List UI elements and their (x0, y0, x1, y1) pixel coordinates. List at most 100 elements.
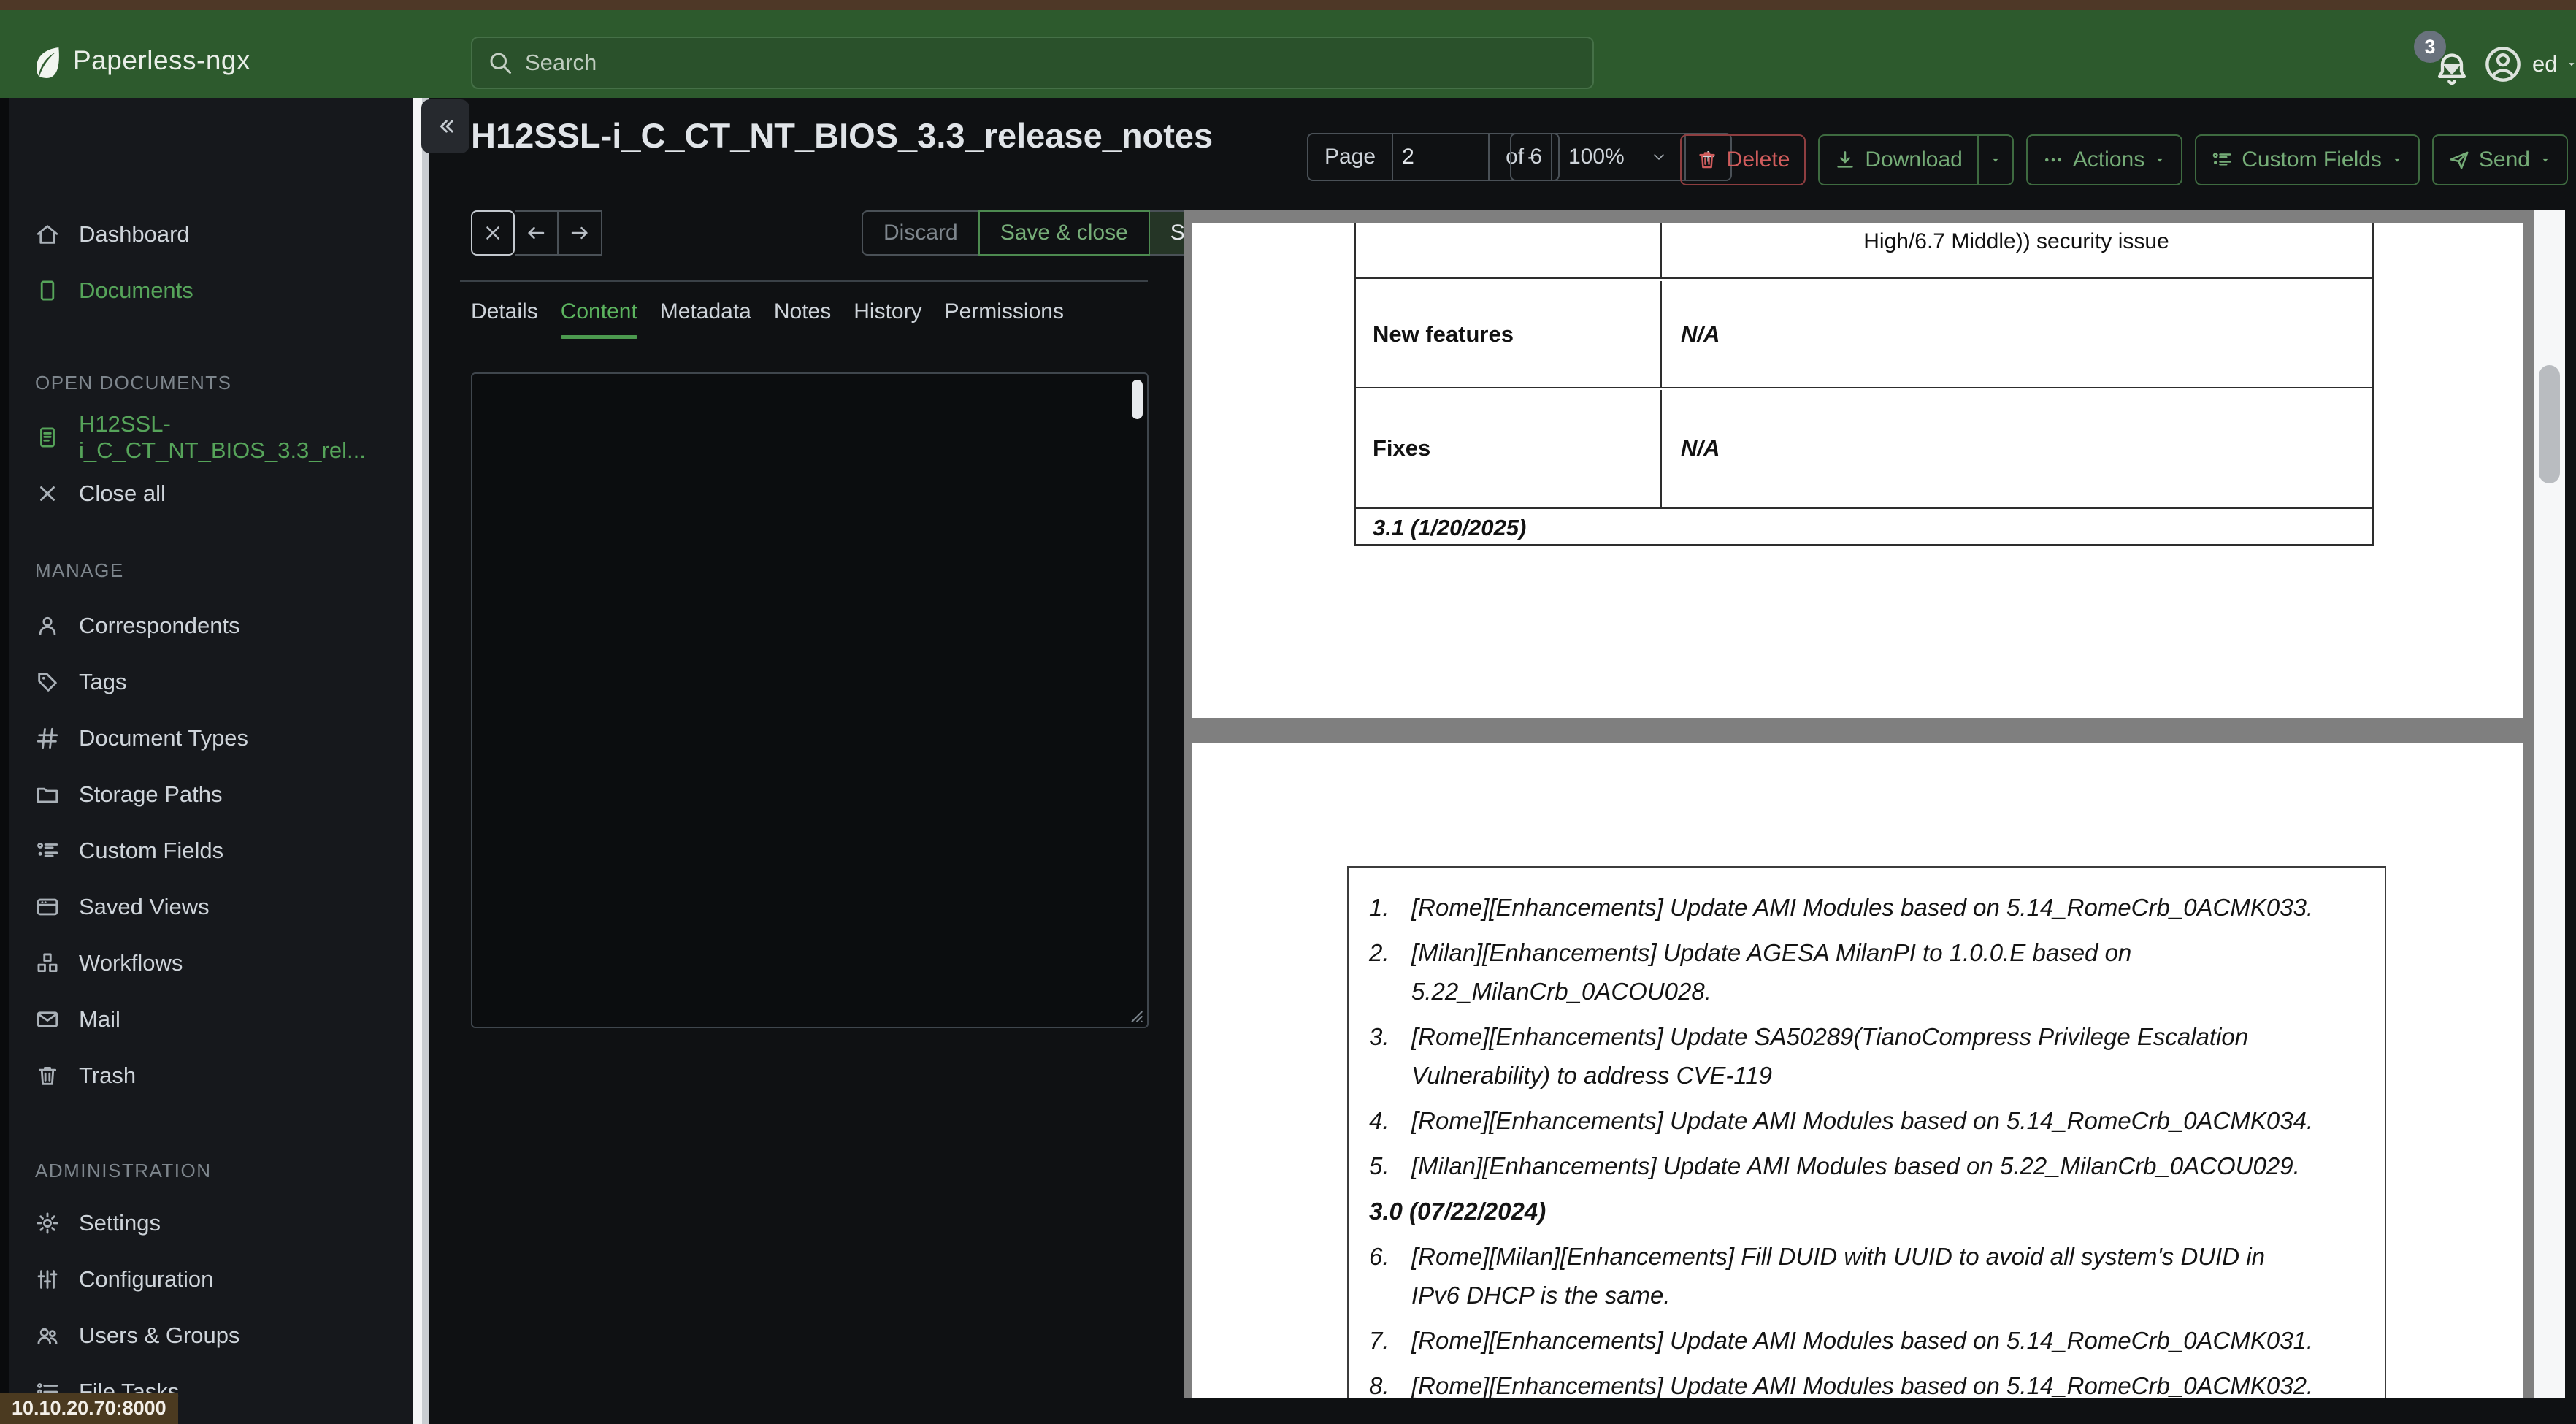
sidebar-scrollbar[interactable] (413, 98, 429, 1424)
list-text: [Rome][Enhancements] Update AMI Modules … (1411, 894, 2314, 921)
list-number: 8. (1369, 1372, 1389, 1398)
sidebar-item-workflows[interactable]: Workflows (0, 935, 409, 991)
send-icon (2448, 149, 2470, 171)
sidebar-item-mail[interactable]: Mail (0, 991, 409, 1047)
boxes-icon (35, 951, 60, 976)
zoom-out-button[interactable]: - (1511, 134, 1551, 180)
tab-permissions[interactable]: Permissions (945, 299, 1064, 339)
sliders-icon (35, 1267, 60, 1292)
resize-handle-icon[interactable] (1126, 1006, 1145, 1025)
caret-down-icon (2153, 156, 2166, 165)
search-icon (487, 50, 513, 76)
content-line (493, 895, 1106, 927)
zoom-level-select[interactable]: 100% (1551, 134, 1684, 180)
list-text: [Rome][Enhancements] Update SA50289(Tian… (1411, 1023, 2249, 1089)
sidebar-item-settings[interactable]: Settings (0, 1195, 409, 1251)
save-and-close-button[interactable]: Save & close (978, 210, 1150, 256)
sidebar-item-label: Documents (79, 277, 193, 303)
download-dropdown-toggle[interactable] (1977, 136, 2012, 184)
content-line (493, 641, 1106, 673)
tag-icon (35, 670, 60, 694)
caret-down-icon (2539, 156, 2552, 165)
x-icon (35, 481, 60, 506)
notifications-button[interactable]: 3 (2414, 31, 2474, 93)
list-text: [Rome][Enhancements] Update AMI Modules … (1411, 1327, 2314, 1354)
chevrons-left-icon (433, 114, 458, 139)
global-search[interactable] (471, 37, 1594, 89)
sidebar-item-users-groups[interactable]: Users & Groups (0, 1307, 409, 1363)
caret-down-icon (2564, 59, 2576, 69)
divider (460, 280, 1148, 282)
release-note-rome-milan-enhancements-fill-duid-with-u: 6. [Rome][Milan][Enhancements] Fill DUID… (1369, 1237, 2355, 1314)
content-textarea[interactable] (471, 372, 1149, 1028)
preview-scrollbar-thumb[interactable] (2539, 365, 2560, 483)
sidebar-item-trash[interactable]: Trash (0, 1047, 409, 1103)
app-header: Paperless-ngx 3 ed (0, 10, 2576, 98)
open-document-close-all[interactable]: Close all (0, 465, 409, 521)
tab-history[interactable]: History (854, 299, 921, 339)
sidebar-item-label: Configuration (79, 1266, 214, 1292)
sidebar-item-label: Saved Views (79, 893, 210, 919)
release-note-rome-enhancements-update-ami-modules-bas: 1. [Rome][Enhancements] Update AMI Modul… (1369, 888, 2355, 927)
tab-metadata[interactable]: Metadata (660, 299, 751, 339)
sidebar-item-label: Tags (79, 668, 127, 694)
sidebar-item-tags[interactable]: Tags (0, 654, 409, 710)
open-document-h12ssl-i-c-ct-nt-bios-3-3-rel[interactable]: H12SSL-i_C_CT_NT_BIOS_3.3_rel... (0, 409, 409, 465)
release-note-milan-enhancements-update-ami-modules-ba: 5. [Milan][Enhancements] Update AMI Modu… (1369, 1147, 2355, 1185)
sidebar-item-documents[interactable]: Documents (0, 262, 409, 318)
sidebar-item-label: H12SSL-i_C_CT_NT_BIOS_3.3_rel... (79, 410, 366, 463)
content-line (493, 927, 1106, 960)
caret-down-icon (2433, 50, 2471, 88)
hash-icon (35, 726, 60, 751)
sidebar-item-label: Custom Fields (79, 837, 224, 863)
sidebar-item-correspondents[interactable]: Correspondents (0, 597, 409, 654)
page-number-input[interactable] (1399, 145, 1483, 169)
user-menu[interactable]: ed (2532, 51, 2576, 77)
previous-document-button[interactable] (515, 210, 559, 256)
caret-down-icon (2391, 156, 2404, 165)
avatar[interactable] (2484, 45, 2522, 83)
sidebar-item-saved-views[interactable]: Saved Views (0, 878, 409, 935)
delete-button[interactable]: Delete (1679, 134, 1806, 185)
section-administration: ADMINISTRATION (35, 1160, 212, 1182)
send-button[interactable]: Send (2431, 134, 2568, 185)
sidebar-item-label: Close all (79, 480, 166, 506)
chevron-down-icon (1649, 150, 1668, 164)
search-input[interactable] (524, 49, 1578, 77)
sidebar-item-storage-paths[interactable]: Storage Paths (0, 766, 409, 822)
app-window: Paperless-ngx 3 ed Dashboard Documents (0, 0, 2576, 1424)
person-icon (35, 613, 60, 638)
tab-details[interactable]: Details (471, 299, 538, 339)
actions-dropdown-button[interactable]: Actions (2025, 134, 2183, 185)
app-name[interactable]: Paperless-ngx (73, 45, 250, 76)
table-footer-row: 3.1 (1/20/2025) (1356, 511, 2372, 546)
download-button[interactable]: Download (1820, 136, 1977, 184)
download-icon (1834, 149, 1856, 171)
folder-icon (35, 782, 60, 807)
preview-scrollbar[interactable] (2534, 210, 2565, 1398)
leaf-logo-icon (26, 39, 67, 86)
section-open-documents: OPEN DOCUMENTS (35, 372, 232, 394)
list-number: 3. (1369, 1023, 1389, 1050)
list-number: 7. (1369, 1327, 1389, 1354)
release-note-rome-enhancements-update-ami-modules-bas: 7. [Rome][Enhancements] Update AMI Modul… (1369, 1321, 2355, 1360)
close-icon (482, 222, 504, 244)
sidebar-item-custom-fields[interactable]: Custom Fields (0, 822, 409, 878)
tab-notes[interactable]: Notes (774, 299, 831, 339)
content-line (493, 673, 1106, 705)
textarea-scrollbar-thumb[interactable] (1132, 380, 1143, 419)
fields-icon (35, 838, 60, 863)
sidebar-collapse-button[interactable] (421, 99, 469, 153)
sidebar-item-document-types[interactable]: Document Types (0, 710, 409, 766)
close-document-button[interactable] (471, 210, 515, 256)
page-label: Page (1325, 145, 1376, 169)
sidebar-item-dashboard[interactable]: Dashboard (0, 206, 409, 262)
list-text: [Milan][Enhancements] Update AMI Modules… (1411, 1152, 2300, 1179)
tab-content[interactable]: Content (560, 299, 637, 339)
custom-fields-button[interactable]: Custom Fields (2195, 134, 2420, 185)
next-document-button[interactable] (559, 210, 602, 256)
discard-button[interactable]: Discard (863, 212, 978, 254)
document-tabs: Details Content Metadata Notes History Permis… (471, 299, 1064, 339)
list-number: 2. (1369, 939, 1389, 966)
sidebar-item-configuration[interactable]: Configuration (0, 1251, 409, 1307)
